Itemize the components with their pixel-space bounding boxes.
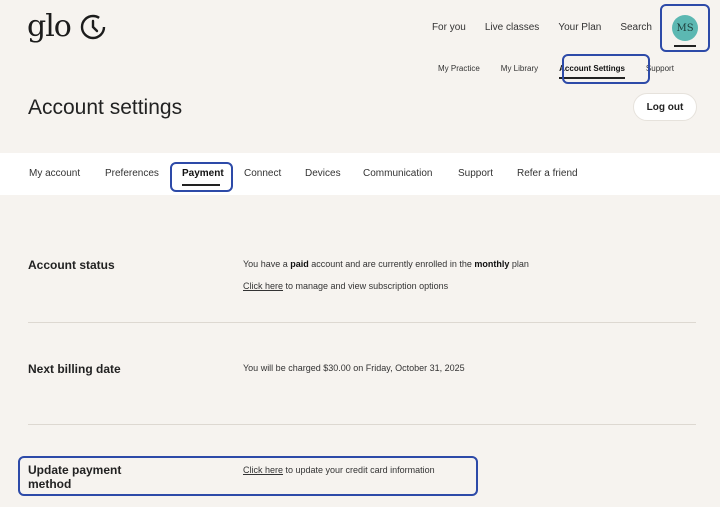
next-billing-label: Next billing date bbox=[28, 362, 121, 376]
avatar-highlight-box: MS bbox=[660, 4, 710, 52]
plan-period: monthly bbox=[474, 259, 510, 269]
tab-devices[interactable]: Devices bbox=[305, 168, 341, 179]
logo-text: glo bbox=[27, 9, 72, 44]
account-status-label: Account status bbox=[28, 258, 115, 272]
account-type: paid bbox=[290, 259, 309, 269]
glo-clock-icon bbox=[80, 14, 106, 40]
avatar-active-underline bbox=[674, 45, 696, 47]
account-status-text-mid: account and are currently enrolled in th… bbox=[308, 259, 475, 269]
subnav-my-practice[interactable]: My Practice bbox=[438, 64, 480, 73]
top-nav: For you Live classes Your Plan Search bbox=[432, 22, 652, 33]
tab-connect[interactable]: Connect bbox=[244, 168, 281, 179]
account-status-text-pre: You have a bbox=[243, 259, 291, 269]
divider bbox=[28, 424, 696, 425]
manage-subscription-text: to manage and view subscription options bbox=[283, 281, 449, 291]
divider bbox=[28, 322, 696, 323]
subnav-support[interactable]: Support bbox=[646, 64, 674, 73]
tab-refer-a-friend[interactable]: Refer a friend bbox=[517, 168, 578, 179]
logout-button[interactable]: Log out bbox=[633, 93, 697, 121]
update-payment-highlight-box bbox=[18, 456, 478, 496]
settings-tabs: My account Preferences Payment Connect D… bbox=[0, 153, 720, 195]
avatar[interactable]: MS bbox=[672, 15, 698, 41]
subnav-highlight-box bbox=[562, 54, 650, 84]
header: glo For you Live classes Your Plan Searc… bbox=[0, 0, 720, 153]
tab-preferences[interactable]: Preferences bbox=[105, 168, 159, 179]
tab-highlight-box bbox=[170, 162, 233, 192]
subscription-options-text: Click here to manage and view subscripti… bbox=[243, 281, 448, 291]
next-billing-text: You will be charged $30.00 on Friday, Oc… bbox=[243, 363, 465, 373]
tab-support[interactable]: Support bbox=[458, 168, 493, 179]
payment-content: Account status You have a paid account a… bbox=[0, 195, 720, 507]
logo[interactable]: glo bbox=[27, 12, 107, 42]
nav-your-plan[interactable]: Your Plan bbox=[558, 22, 601, 33]
page-title: Account settings bbox=[28, 96, 183, 119]
subnav-my-library[interactable]: My Library bbox=[501, 64, 538, 73]
account-status-text: You have a paid account and are currentl… bbox=[243, 259, 529, 269]
manage-subscription-link[interactable]: Click here bbox=[243, 281, 283, 291]
nav-search[interactable]: Search bbox=[620, 22, 652, 33]
nav-live-classes[interactable]: Live classes bbox=[485, 22, 539, 33]
tab-communication[interactable]: Communication bbox=[363, 168, 432, 179]
nav-for-you[interactable]: For you bbox=[432, 22, 466, 33]
account-status-text-post: plan bbox=[509, 259, 529, 269]
tab-my-account[interactable]: My account bbox=[29, 168, 80, 179]
sub-nav: My Practice My Library Account Settings … bbox=[438, 54, 695, 84]
